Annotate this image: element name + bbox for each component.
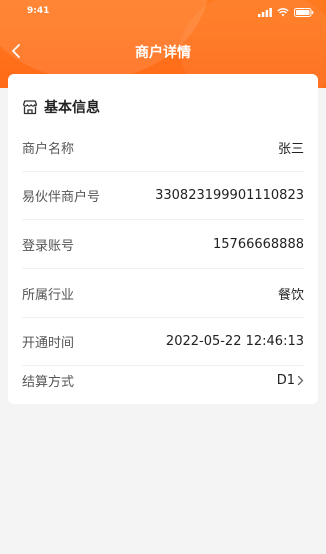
status-icons xyxy=(258,8,314,17)
store-icon xyxy=(22,99,38,114)
chevron-right-icon xyxy=(297,375,304,385)
row-label: 商户名称 xyxy=(22,141,75,157)
row-value: 餐饮 xyxy=(277,287,304,303)
signal-icon xyxy=(258,8,272,17)
battery-icon xyxy=(294,8,314,17)
section-title: 基本信息 xyxy=(44,100,100,116)
info-row-login-account: 登录账号 15766668888 xyxy=(22,220,304,269)
info-row-merchant-name: 商户名称 张三 xyxy=(22,123,304,172)
row-label: 所属行业 xyxy=(22,287,75,303)
merchant-info-card: 基本信息 商户名称 张三 易伙伴商户号 330823199901110823 登… xyxy=(8,74,318,404)
row-label: 易伙伴商户号 xyxy=(22,189,101,205)
info-row-industry: 所属行业 餐饮 xyxy=(22,269,304,318)
row-value: 张三 xyxy=(277,141,304,157)
status-time: 9:41 xyxy=(27,6,50,16)
info-row-settlement-method[interactable]: 结算方式 D1 xyxy=(22,357,304,403)
section-header: 基本信息 xyxy=(22,96,100,118)
row-label: 开通时间 xyxy=(22,335,75,351)
row-value: D1 xyxy=(276,372,295,388)
row-value: 15766668888 xyxy=(213,236,304,252)
row-label: 登录账号 xyxy=(22,238,75,254)
status-bar: 9:41 xyxy=(0,0,326,24)
info-row-merchant-number: 易伙伴商户号 330823199901110823 xyxy=(22,171,304,220)
page-title: 商户详情 xyxy=(135,45,191,61)
nav-bar: 商户详情 xyxy=(0,36,326,66)
row-label: 结算方式 xyxy=(22,374,75,390)
settlement-value: D1 xyxy=(277,373,304,388)
wifi-icon xyxy=(277,8,289,17)
row-value: 2022-05-22 12:46:13 xyxy=(165,333,304,349)
row-value: 330823199901110823 xyxy=(155,187,304,203)
